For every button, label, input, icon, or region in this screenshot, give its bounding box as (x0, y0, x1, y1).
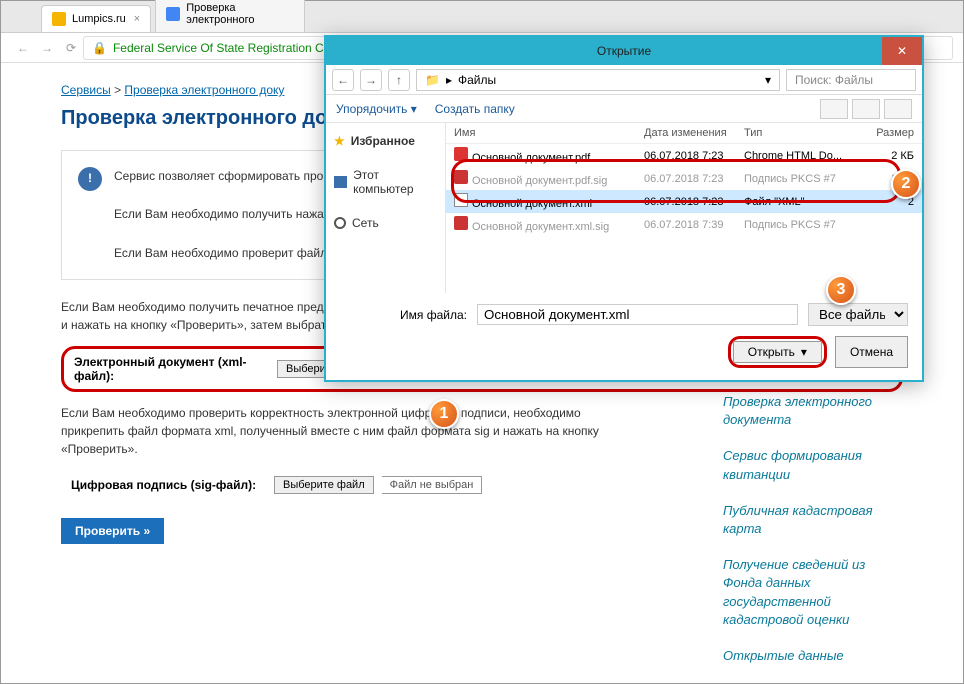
reload-icon[interactable]: ⟳ (59, 41, 83, 55)
close-dialog-button[interactable]: ✕ (882, 37, 922, 65)
dialog-sidebar: ★Избранное Этот компьютер Сеть (326, 123, 446, 293)
dialog-title-bar: Открытие ✕ (326, 37, 922, 65)
favicon-icon (52, 12, 66, 26)
filename-input[interactable] (477, 304, 798, 325)
filetype-select[interactable]: Все файлы (808, 303, 908, 326)
tab-label: Lumpics.ru (72, 13, 126, 25)
help-icon[interactable] (884, 99, 912, 119)
annotation-badge-1: 1 (429, 399, 459, 429)
choose-sig-button[interactable]: Выберите файл (274, 476, 374, 494)
sidebar-network[interactable]: Сеть (334, 213, 437, 233)
forward-icon[interactable]: → (360, 69, 382, 91)
back-icon[interactable]: ← (332, 69, 354, 91)
col-name[interactable]: Имя (454, 127, 644, 139)
sig-status: Файл не выбран (382, 476, 483, 494)
side-link[interactable]: Публичная кадастровая карта (723, 502, 903, 538)
lock-icon: 🔒 (92, 41, 107, 55)
side-link[interactable]: Проверка электронного документа (723, 393, 903, 429)
file-row[interactable]: Основной документ.xml06.07.2018 7:23Файл… (446, 190, 922, 213)
star-icon: ★ (334, 134, 345, 148)
check-button[interactable]: Проверить » (61, 518, 164, 544)
tab-label: Проверка электронного (186, 2, 294, 26)
favicon-icon (166, 7, 180, 21)
dialog-nav: ← → ↑ 📁 ▸ Файлы ▾ Поиск: Файлы (326, 65, 922, 95)
up-icon[interactable]: ↑ (388, 69, 410, 91)
info-icon: ! (78, 167, 102, 191)
open-highlight: Открыть▾ (728, 336, 827, 368)
paragraph: Если Вам необходимо проверить корректнос… (61, 404, 621, 458)
new-folder-button[interactable]: Создать папку (435, 102, 515, 116)
tab-lumpics[interactable]: Lumpics.ru × (41, 5, 151, 32)
sidebar-links: Проверка электронного документа Сервис ф… (723, 393, 903, 683)
col-size[interactable]: Размер (854, 127, 914, 139)
annotation-badge-3: 3 (826, 275, 856, 305)
file-icon (454, 170, 468, 184)
cancel-button[interactable]: Отмена (835, 336, 908, 368)
dialog-toolbar: Упорядочить ▾ Создать папку (326, 95, 922, 123)
sig-label: Цифровая подпись (sig-файл): (71, 478, 266, 492)
chevron-down-icon: ▾ (801, 345, 807, 359)
file-list-header: Имя Дата изменения Тип Размер (446, 123, 922, 144)
file-open-dialog: Открытие ✕ ← → ↑ 📁 ▸ Файлы ▾ Поиск: Файл… (324, 35, 924, 382)
close-icon[interactable]: × (134, 13, 140, 25)
col-type[interactable]: Тип (744, 127, 854, 139)
file-row[interactable]: Основной документ.xml.sig06.07.2018 7:39… (446, 213, 922, 236)
view-icon[interactable] (852, 99, 880, 119)
organize-menu[interactable]: Упорядочить ▾ (336, 102, 417, 116)
side-link[interactable]: Получение сведений из Фонда данных госуд… (723, 556, 903, 629)
file-icon (454, 193, 468, 207)
breadcrumb-current[interactable]: Проверка электронного доку (124, 83, 284, 97)
file-icon (454, 147, 468, 161)
file-row[interactable]: Основной документ.pdf06.07.2018 7:23Chro… (446, 144, 922, 167)
view-icon[interactable] (820, 99, 848, 119)
folder-icon: 📁 (425, 73, 440, 87)
tab-check[interactable]: Проверка электронного (155, 0, 305, 32)
network-icon (334, 217, 346, 229)
annotation-badge-2: 2 (891, 169, 921, 199)
file-row[interactable]: Основной документ.pdf.sig06.07.2018 7:23… (446, 167, 922, 190)
forward-icon[interactable]: → (35, 41, 59, 55)
side-link[interactable]: Открытые данные (723, 647, 903, 665)
filename-label: Имя файла: (400, 308, 467, 322)
col-date[interactable]: Дата изменения (644, 127, 744, 139)
url-text: Federal Service Of State Registration Ca (113, 41, 330, 55)
open-button[interactable]: Открыть▾ (733, 341, 822, 363)
xml-label: Электронный документ (xml-файл): (74, 355, 269, 383)
path-field[interactable]: 📁 ▸ Файлы ▾ (416, 69, 780, 91)
dialog-title: Открытие (597, 44, 651, 58)
breadcrumb-home[interactable]: Сервисы (61, 83, 111, 97)
computer-icon (334, 176, 347, 188)
sidebar-favorites[interactable]: ★Избранное (334, 131, 437, 151)
search-input[interactable]: Поиск: Файлы (786, 69, 916, 91)
sidebar-thispc[interactable]: Этот компьютер (334, 165, 437, 199)
browser-tab-bar: Lumpics.ru × Проверка электронного (1, 1, 963, 33)
file-icon (454, 216, 468, 230)
side-link[interactable]: Сервис формирования квитанции (723, 447, 903, 483)
file-list: Имя Дата изменения Тип Размер Основной д… (446, 123, 922, 293)
back-icon[interactable]: ← (11, 41, 35, 55)
